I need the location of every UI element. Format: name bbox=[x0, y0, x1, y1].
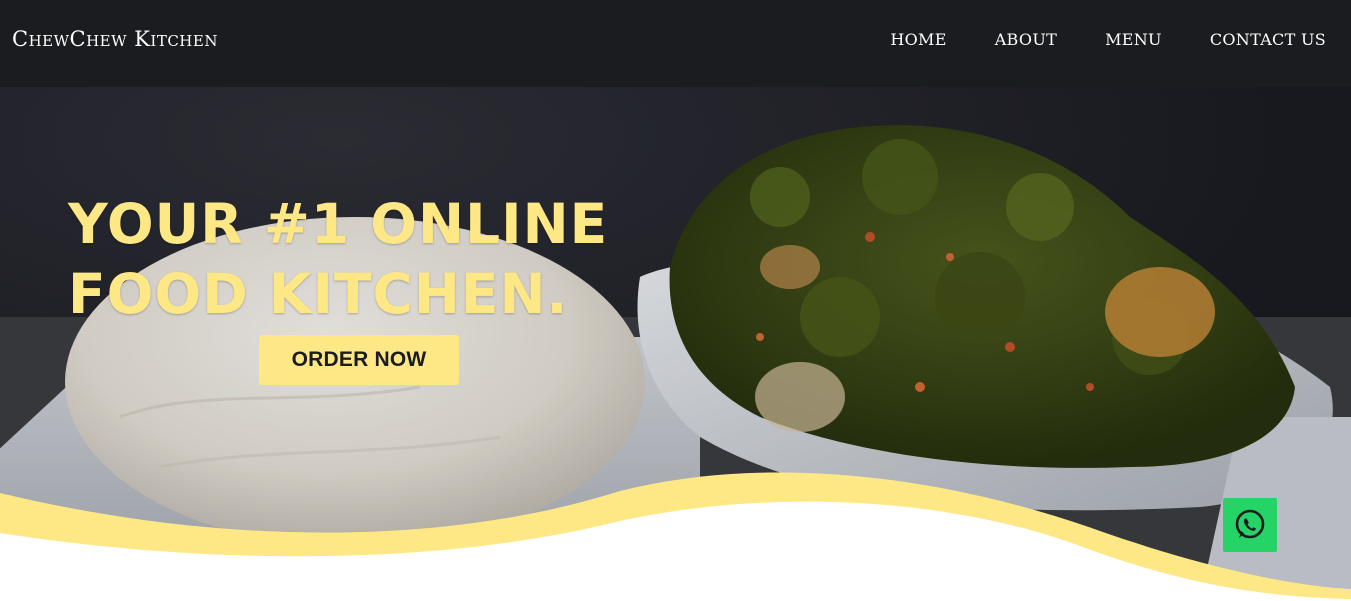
whatsapp-icon bbox=[1235, 509, 1265, 539]
navbar: ChewChew Kitchen HOME ABOUT MENU CONTACT… bbox=[0, 0, 1351, 87]
hero-headline-line2: FOOD KITCHEN. bbox=[68, 262, 569, 326]
nav-about-link[interactable]: ABOUT bbox=[995, 30, 1057, 49]
hero-headline-line1: YOUR #1 ONLINE bbox=[68, 192, 609, 256]
hero-headline: YOUR #1 ONLINE FOOD KITCHEN. bbox=[68, 189, 608, 329]
main-nav: HOME ABOUT MENU CONTACT US bbox=[842, 30, 1326, 49]
hero-section: YOUR #1 ONLINE FOOD KITCHEN. ORDER NOW bbox=[0, 87, 1351, 601]
hero-bottom-wave bbox=[0, 472, 1351, 601]
order-now-button[interactable]: ORDER NOW bbox=[259, 335, 459, 385]
nav-menu-link[interactable]: MENU bbox=[1105, 30, 1162, 49]
nav-home-link[interactable]: HOME bbox=[890, 30, 946, 49]
nav-contact-link[interactable]: CONTACT US bbox=[1210, 30, 1326, 49]
whatsapp-chat-button[interactable] bbox=[1223, 498, 1277, 552]
brand-logo-link[interactable]: ChewChew Kitchen bbox=[12, 27, 218, 51]
